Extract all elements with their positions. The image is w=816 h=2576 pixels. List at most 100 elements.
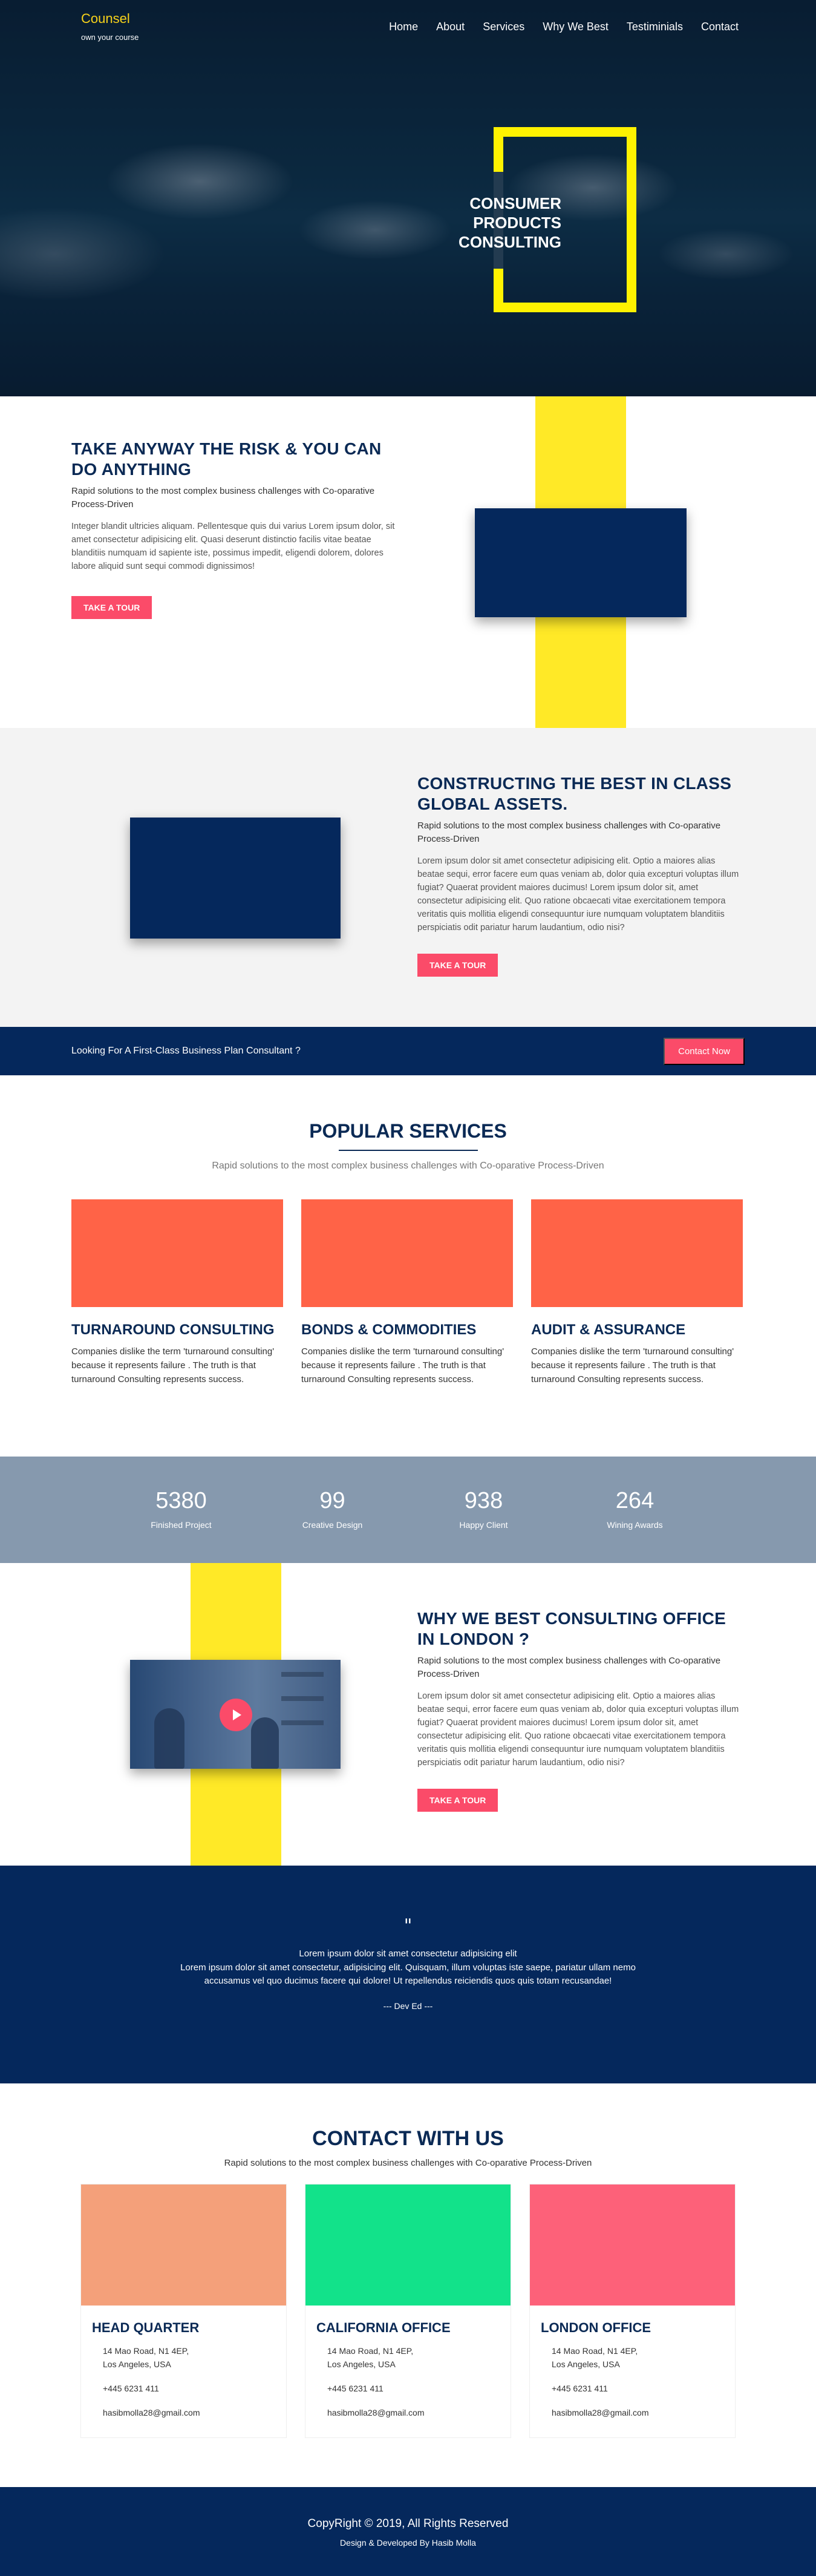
- office-address-line: 14 Mao Road, N1 4EP,: [103, 2346, 189, 2356]
- construct-subtitle: Rapid solutions to the most complex busi…: [417, 821, 721, 844]
- about-section: TAKE ANYWAY THE RISK & YOU CAN DO ANYTHI…: [0, 396, 816, 728]
- top-nav: Counsel own your course Home About Servi…: [0, 0, 816, 54]
- about-title: TAKE ANYWAY THE RISK & YOU CAN DO ANYTHI…: [71, 439, 382, 479]
- office-address-line: Los Angeles, USA: [552, 2359, 620, 2369]
- stat-item: 938 Happy Client: [408, 1488, 560, 1563]
- footer: CopyRight © 2019, All Rights Reserved De…: [0, 2487, 816, 2576]
- construct-body: Lorem ipsum dolor sit amet consectetur a…: [417, 856, 739, 932]
- about-subtitle: Rapid solutions to the most complex busi…: [71, 486, 375, 510]
- service-image: [71, 1199, 283, 1307]
- contact-section: CONTACT WITH US Rapid solutions to the m…: [0, 2083, 816, 2487]
- service-image: [301, 1199, 513, 1307]
- stat-number: 264: [615, 1488, 654, 1513]
- take-a-tour-button[interactable]: TAKE A TOUR: [417, 1789, 498, 1812]
- office-email[interactable]: hasibmolla28@gmail.com: [327, 2406, 511, 2419]
- office-address-line: Los Angeles, USA: [327, 2359, 396, 2369]
- office-address-line: 14 Mao Road, N1 4EP,: [552, 2346, 638, 2356]
- person-shape: [251, 1717, 279, 1769]
- service-desc: Companies dislike the term 'turnaround c…: [531, 1346, 734, 1385]
- nav-home[interactable]: Home: [389, 21, 418, 54]
- quote-icon: ": [403, 1915, 413, 1936]
- office-image: [530, 2184, 735, 2306]
- contact-title: CONTACT WITH US: [312, 2127, 504, 2150]
- about-body: Integer blandit ultricies aliquam. Pelle…: [71, 522, 395, 571]
- stat-label: Creative Design: [302, 1520, 363, 1530]
- why-text: WHY WE BEST CONSULTING OFFICE IN LONDON …: [417, 1608, 744, 1812]
- office-image: [305, 2184, 511, 2306]
- stat-item: 99 Creative Design: [257, 1488, 408, 1563]
- play-button[interactable]: [220, 1699, 252, 1731]
- brand-name[interactable]: Counsel: [81, 11, 139, 27]
- office-image: [81, 2184, 286, 2306]
- stat-number: 5380: [155, 1488, 207, 1513]
- contact-subtitle: Rapid solutions to the most complex busi…: [224, 2158, 592, 2168]
- about-image-card: [475, 508, 687, 617]
- office-list: HEAD QUARTER 14 Mao Road, N1 4EP, Los An…: [0, 2184, 816, 2438]
- nav-services[interactable]: Services: [483, 21, 524, 54]
- nav-about[interactable]: About: [436, 21, 465, 54]
- cta-bar: Looking For A First-Class Business Plan …: [0, 1027, 816, 1075]
- office-title: HEAD QUARTER: [92, 2320, 200, 2335]
- services-subtitle: Rapid solutions to the most complex busi…: [212, 1161, 604, 1171]
- service-card[interactable]: TURNAROUND CONSULTING Companies dislike …: [71, 1199, 283, 1386]
- office-address-line: 14 Mao Road, N1 4EP,: [327, 2346, 414, 2356]
- footer-copyright: CopyRight © 2019, All Rights Reserved: [307, 2517, 509, 2530]
- person-shape: [154, 1708, 184, 1769]
- why-subtitle: Rapid solutions to the most complex busi…: [417, 1656, 721, 1679]
- shelf-shape: [281, 1672, 324, 1677]
- service-card[interactable]: AUDIT & ASSURANCE Companies dislike the …: [531, 1199, 743, 1386]
- office-phone[interactable]: +445 6231 411: [327, 2382, 511, 2395]
- construct-text: CONSTRUCTING THE BEST IN CLASS GLOBAL AS…: [417, 773, 744, 977]
- stat-label: Finished Project: [151, 1520, 212, 1530]
- stat-label: Wining Awards: [607, 1520, 663, 1530]
- testimonial-author: --- Dev Ed ---: [383, 2001, 433, 2011]
- office-phone[interactable]: +445 6231 411: [103, 2382, 286, 2395]
- nav-contact[interactable]: Contact: [701, 21, 739, 54]
- shelf-shape: [281, 1696, 324, 1701]
- why-body: Lorem ipsum dolor sit amet consectetur a…: [417, 1691, 739, 1768]
- service-image: [531, 1199, 743, 1307]
- service-card[interactable]: BONDS & COMMODITIES Companies dislike th…: [301, 1199, 513, 1386]
- why-section: WHY WE BEST CONSULTING OFFICE IN LONDON …: [0, 1563, 816, 1866]
- testimonial-body: Lorem ipsum dolor sit amet consectetur, …: [180, 1962, 636, 1986]
- office-title: CALIFORNIA OFFICE: [316, 2320, 451, 2335]
- nav-menu: Home About Services Why We Best Testimin…: [389, 0, 739, 54]
- shelf-shape: [281, 1720, 324, 1725]
- stat-item: 264 Wining Awards: [560, 1488, 711, 1563]
- take-a-tour-button[interactable]: TAKE A TOUR: [71, 596, 152, 619]
- construct-image-card: [130, 818, 341, 939]
- brand[interactable]: Counsel own your course: [81, 0, 139, 54]
- contact-now-button[interactable]: Contact Now: [664, 1037, 745, 1065]
- about-text: TAKE ANYWAY THE RISK & YOU CAN DO ANYTHI…: [71, 439, 401, 619]
- hero-section: Counsel own your course Home About Servi…: [0, 0, 816, 396]
- services-title: POPULAR SERVICES: [309, 1120, 507, 1142]
- service-title: TURNAROUND CONSULTING: [71, 1322, 275, 1338]
- construct-section: CONSTRUCTING THE BEST IN CLASS GLOBAL AS…: [0, 728, 816, 1027]
- construct-title: CONSTRUCTING THE BEST IN CLASS GLOBAL AS…: [417, 774, 732, 813]
- testimonial-lead: Lorem ipsum dolor sit amet consectetur a…: [299, 1948, 517, 1959]
- office-email[interactable]: hasibmolla28@gmail.com: [552, 2406, 735, 2419]
- why-title: WHY WE BEST CONSULTING OFFICE IN LONDON …: [417, 1609, 726, 1648]
- stat-label: Happy Client: [459, 1520, 508, 1530]
- service-desc: Companies dislike the term 'turnaround c…: [71, 1346, 275, 1385]
- brand-tagline: own your course: [81, 33, 139, 42]
- office-address-line: Los Angeles, USA: [103, 2359, 171, 2369]
- play-icon: [233, 1709, 241, 1720]
- services-list: TURNAROUND CONSULTING Companies dislike …: [0, 1199, 816, 1386]
- office-card: CALIFORNIA OFFICE 14 Mao Road, N1 4EP, L…: [305, 2184, 511, 2438]
- office-card: HEAD QUARTER 14 Mao Road, N1 4EP, Los An…: [80, 2184, 287, 2438]
- cta-text: Looking For A First-Class Business Plan …: [71, 1046, 301, 1056]
- testimonial-section: " Lorem ipsum dolor sit amet consectetur…: [0, 1866, 816, 2083]
- take-a-tour-button[interactable]: TAKE A TOUR: [417, 954, 498, 977]
- stats-section: 5380 Finished Project 99 Creative Design…: [0, 1457, 816, 1563]
- stat-number: 938: [464, 1488, 503, 1513]
- office-phone[interactable]: +445 6231 411: [552, 2382, 735, 2395]
- services-section: POPULAR SERVICES Rapid solutions to the …: [0, 1075, 816, 1457]
- office-email[interactable]: hasibmolla28@gmail.com: [103, 2406, 286, 2419]
- stat-item: 5380 Finished Project: [106, 1488, 257, 1563]
- service-title: AUDIT & ASSURANCE: [531, 1322, 686, 1338]
- nav-testimonials[interactable]: Testiminials: [627, 21, 683, 54]
- title-underline: [338, 1150, 478, 1151]
- nav-why-we-best[interactable]: Why We Best: [543, 21, 609, 54]
- video-thumbnail[interactable]: [130, 1660, 341, 1769]
